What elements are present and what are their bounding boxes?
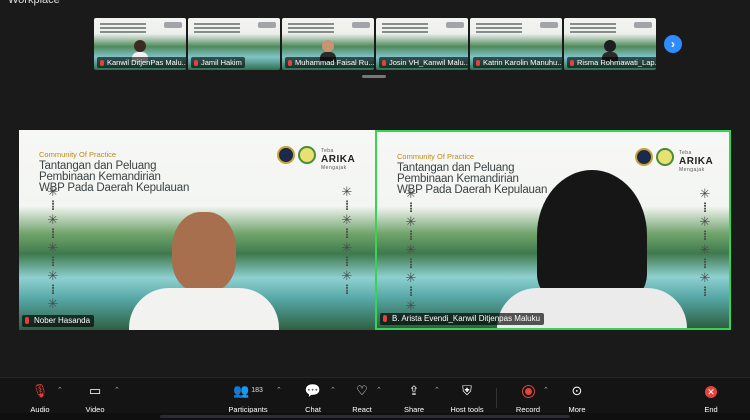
thumbnail-name: Katrin Karolin Manuhu... — [473, 57, 562, 68]
ornament-icon: ✳ ⁞ ✳ ⁞ ✳ ⁞ ✳ ⁞ ✳ — [47, 184, 59, 311]
end-meeting-button[interactable]: ✕ End — [686, 382, 736, 414]
gallery-thumbnail[interactable]: Jamil Hakim — [188, 18, 280, 70]
video-button[interactable]: ▭ Video — [70, 382, 120, 414]
share-options-caret[interactable]: ⌃ — [434, 386, 440, 394]
slide-subtitle: Community Of Practice — [39, 150, 117, 159]
pemasyarakatan-logo-icon — [298, 146, 316, 164]
meeting-toolbar: 🎙 Audio ⌃ ▭ Video ⌃ 👥 183 Participants ⌃ … — [0, 377, 750, 414]
mic-muted-icon — [25, 317, 29, 324]
more-button[interactable]: ⊙ More — [552, 382, 602, 414]
pemasyarakatan-logo-icon — [656, 148, 674, 166]
chevron-right-icon: › — [671, 37, 675, 51]
people-icon: 👥 — [233, 383, 250, 398]
ministry-logo-icon — [635, 148, 653, 166]
window-title: Workplace — [8, 0, 60, 6]
gallery-thumbnail[interactable]: Josin VH_Kanwil Malu... — [376, 18, 468, 70]
gallery-thumbnail[interactable]: Kanwil DitjenPas Malu... — [94, 18, 186, 70]
share-button[interactable]: ⇪ Share — [389, 382, 439, 414]
gallery-resize-handle[interactable] — [362, 75, 386, 78]
record-icon — [521, 385, 535, 399]
video-options-caret[interactable]: ⌃ — [114, 386, 120, 394]
video-camera-icon: ▭ — [88, 383, 102, 398]
gallery-thumbnail[interactable]: Muhammad Faisal Ru... — [282, 18, 374, 70]
thumbnail-name: Josin VH_Kanwil Malu... — [379, 57, 468, 68]
ornament-icon: ✳ ⁞ ✳ ⁞ ✳ ⁞ ✳ ⁞ — [699, 186, 711, 299]
participant-count: 183 — [251, 387, 263, 394]
record-options-caret[interactable]: ⌃ — [543, 386, 549, 394]
participant-video — [497, 170, 687, 328]
participants-options-caret[interactable]: ⌃ — [276, 386, 282, 394]
gallery-thumbnail[interactable]: Katrin Karolin Manuhu... — [470, 18, 562, 70]
slide-title: Tantangan dan Peluang Pembinaan Kemandir… — [39, 160, 190, 194]
slide-subtitle: Community Of Practice — [397, 152, 475, 161]
host-tools-button[interactable]: ⛨ Host tools — [442, 382, 492, 414]
ornament-icon: ✳ ⁞ ✳ ⁞ ✳ ⁞ ✳ ⁞ — [341, 184, 353, 297]
brand-logo: Teba ARIKA Mengajak — [321, 148, 356, 171]
gallery-strip: Kanwil DitjenPas Malu... Jamil Hakim Muh… — [94, 18, 657, 70]
share-screen-icon: ⇪ — [408, 383, 420, 398]
close-icon: ✕ — [705, 385, 717, 398]
thumbnail-name: Kanwil DitjenPas Malu... — [97, 57, 186, 68]
mic-muted-icon — [194, 60, 198, 66]
more-dots-icon: ⊙ — [571, 383, 583, 398]
shield-icon: ⛨ — [462, 383, 472, 398]
mic-muted-icon — [570, 60, 574, 66]
participant-video — [129, 212, 279, 330]
ornament-icon: ✳ ⁞ ✳ ⁞ ✳ ⁞ ✳ ⁞ ✳ — [405, 186, 417, 313]
react-options-caret[interactable]: ⌃ — [376, 386, 382, 394]
gallery-next-button[interactable]: › — [664, 35, 682, 53]
mic-muted-icon — [383, 315, 387, 322]
thumbnail-name: Muhammad Faisal Ru... — [285, 57, 374, 68]
audio-options-caret[interactable]: ⌃ — [57, 386, 63, 394]
gallery-thumbnail[interactable]: Risma Rohmawati_Lap... — [564, 18, 656, 70]
thumbnail-name: Risma Rohmawati_Lap... — [567, 57, 656, 68]
participants-button[interactable]: 👥 183 Participants — [223, 382, 273, 414]
video-tile-active-speaker[interactable]: Community Of Practice Tantangan dan Pelu… — [375, 130, 731, 330]
mic-muted-icon — [100, 60, 104, 66]
video-tile[interactable]: Community Of Practice Tantangan dan Pelu… — [19, 130, 375, 330]
participant-name: Nober Hasanda — [22, 315, 95, 327]
mic-muted-icon — [476, 60, 480, 66]
chat-options-caret[interactable]: ⌃ — [330, 386, 336, 394]
mic-muted-icon — [288, 60, 292, 66]
taskbar-strip — [0, 413, 750, 420]
thumbnail-name: Jamil Hakim — [191, 57, 245, 68]
ministry-logo-icon — [277, 146, 295, 164]
mic-muted-icon — [382, 60, 386, 66]
participant-name: B. Arista Evendi_Kanwil Ditjenpas Maluku — [380, 313, 545, 325]
